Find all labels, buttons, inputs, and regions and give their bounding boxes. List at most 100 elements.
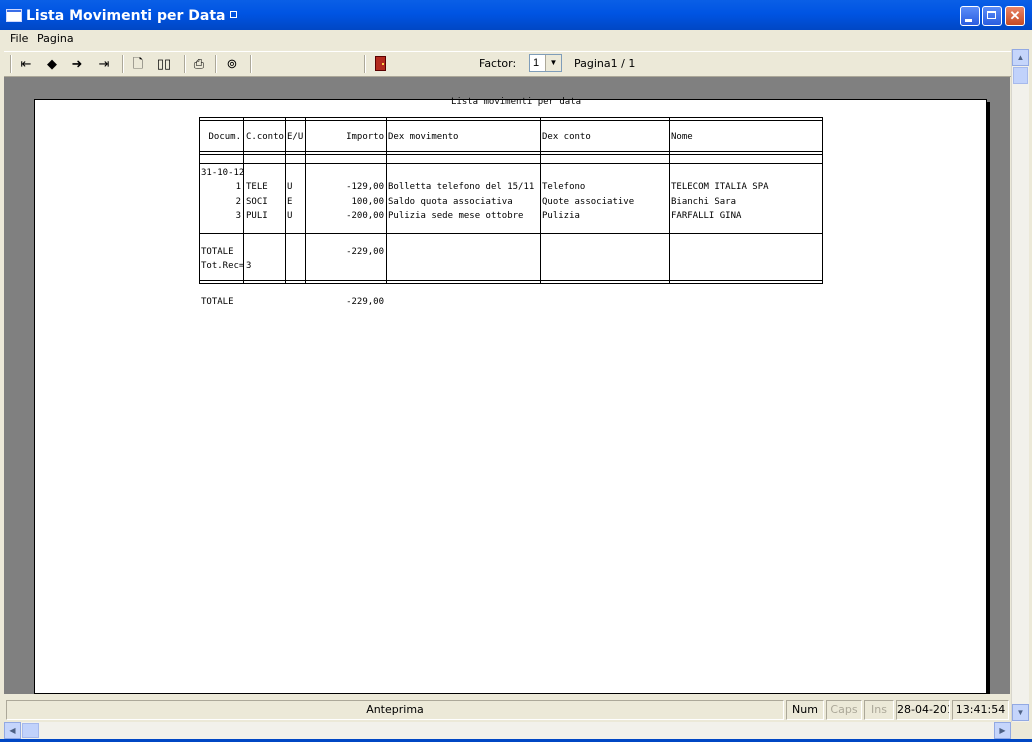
table-cell: TELE [246, 182, 268, 192]
preview-area[interactable]: Lista movimenti per data Docum. C.conto … [4, 77, 1010, 694]
group-total-label: TOTALE [201, 247, 234, 257]
table-cell: Pulizia sede mese ottobre [388, 211, 524, 221]
close-icon: ✕ [1009, 8, 1021, 23]
last-page-icon[interactable]: ⇥ [96, 56, 112, 72]
table-cell: SOCI [246, 197, 268, 207]
status-time: 13:41:54 [952, 700, 1009, 720]
table-cell: -200,00 [346, 211, 384, 221]
page-indicator: Pagina1 / 1 [574, 57, 636, 70]
toolbar-separator [250, 55, 252, 73]
table-border [199, 117, 200, 284]
table-cell: 2 [235, 197, 241, 207]
grand-total-value: -229,00 [346, 297, 384, 307]
table-cell: Saldo quota associativa [388, 197, 513, 207]
menu-pagina[interactable]: Pagina [37, 32, 74, 45]
toolbar-separator [215, 55, 217, 73]
table-cell: 100,00 [351, 197, 384, 207]
table-cell: 3 [235, 211, 241, 221]
factor-label: Factor: [479, 57, 517, 70]
toolbar-separator [122, 55, 124, 73]
first-page-icon[interactable]: ⇤ [18, 56, 34, 72]
exit-icon[interactable] [375, 56, 386, 71]
report-page: Lista movimenti per data Docum. C.conto … [34, 97, 987, 694]
table-cell: Bolletta telefono del 15/11 [388, 182, 535, 192]
two-page-icon[interactable]: ▯▯ [156, 56, 172, 72]
minimize-icon [965, 19, 972, 22]
table-cell: Bianchi Sara [671, 197, 737, 207]
toolbar: ⇤ ◆ ➜ ⇥ 🗋 ▯▯ ⎙ ⊚ Factor: 1 ▼ Pagina1 / 1 [4, 51, 1011, 77]
group-date: 31-10-12 [201, 168, 245, 178]
scroll-up-icon[interactable]: ▲ [1012, 49, 1029, 66]
factor-select[interactable]: 1 ▼ [529, 54, 562, 72]
totrec-value: 3 [246, 261, 252, 271]
close-button[interactable]: ✕ [1005, 6, 1025, 26]
window-title: Lista Movimenti per Data [26, 8, 238, 24]
scroll-thumb[interactable] [1013, 67, 1028, 84]
table-border [540, 117, 541, 284]
status-date: 28-04-2016 [896, 700, 950, 720]
table-cell: U [287, 211, 293, 221]
header-eu: E/U [287, 132, 304, 142]
table-cell: Quote associative [542, 197, 635, 207]
table-border [199, 280, 822, 284]
status-ins: Ins [864, 700, 894, 720]
table-cell: -129,00 [346, 182, 384, 192]
status-bar: Anteprima Num Caps Ins 28-04-2016 13:41:… [4, 698, 1011, 720]
table-cell: Telefono [542, 182, 586, 192]
status-num: Num [786, 700, 824, 720]
vertical-scrollbar[interactable]: ▲ ▼ [1011, 49, 1029, 722]
title-square-icon [230, 11, 238, 18]
menu-file[interactable]: File [10, 32, 28, 45]
scroll-down-icon[interactable]: ▼ [1012, 704, 1029, 721]
print-icon[interactable]: ⎙ [191, 56, 207, 72]
header-nome: Nome [671, 132, 693, 142]
export-icon[interactable]: ⊚ [224, 56, 240, 72]
header-conto: C.conto [246, 132, 284, 142]
table-cell: E [287, 197, 293, 207]
table-cell: U [287, 182, 293, 192]
report-title: Lista movimenti per data [451, 97, 582, 107]
horizontal-scroll-thumb[interactable] [22, 723, 39, 738]
table-cell: FARFALLI GINA [671, 211, 742, 221]
table-cell: Pulizia [542, 211, 580, 221]
grand-total-label: TOTALE [201, 297, 234, 307]
toolbar-grip [10, 55, 12, 73]
restore-icon [987, 11, 996, 19]
scroll-left-icon[interactable]: ◀ [4, 722, 21, 739]
window-icon [6, 9, 22, 22]
table-border [199, 117, 822, 121]
single-page-icon[interactable]: 🗋 [130, 56, 146, 72]
minimize-button[interactable] [960, 6, 980, 26]
table-border [669, 117, 670, 284]
table-border [822, 117, 823, 284]
toolbar-separator [184, 55, 186, 73]
table-border [386, 117, 387, 284]
totrec-label: Tot.Rec= [201, 261, 245, 271]
title-bar[interactable]: Lista Movimenti per Data ✕ [0, 0, 1032, 30]
next-page-icon[interactable]: ➜ [69, 56, 85, 72]
menu-bar: File Pagina [0, 30, 1032, 49]
table-border [199, 233, 822, 234]
factor-value: 1 [533, 57, 540, 69]
table-border [243, 117, 244, 284]
report-preview-window: Lista Movimenti per Data ✕ File Pagina ⇤… [0, 0, 1032, 742]
table-cell: TELECOM ITALIA SPA [671, 182, 769, 192]
maximize-button[interactable] [982, 6, 1002, 26]
header-desmov: Dex movimento [388, 132, 459, 142]
prev-page-icon[interactable]: ◆ [44, 56, 60, 72]
table-border [199, 163, 822, 164]
header-desconto: Dex conto [542, 132, 591, 142]
status-mode: Anteprima [6, 700, 784, 720]
toolbar-separator [364, 55, 366, 73]
chevron-down-icon[interactable]: ▼ [545, 55, 561, 71]
table-cell: 1 [235, 182, 241, 192]
table-border [305, 117, 306, 284]
table-border [285, 117, 286, 284]
status-caps: Caps [826, 700, 862, 720]
group-total-value: -229,00 [346, 247, 384, 257]
scroll-right-icon[interactable]: ▶ [994, 722, 1011, 739]
table-border [199, 151, 822, 155]
header-docum: Docum. [208, 132, 241, 142]
horizontal-scrollbar[interactable]: ◀ ▶ [4, 722, 1011, 739]
table-cell: PULI [246, 211, 268, 221]
